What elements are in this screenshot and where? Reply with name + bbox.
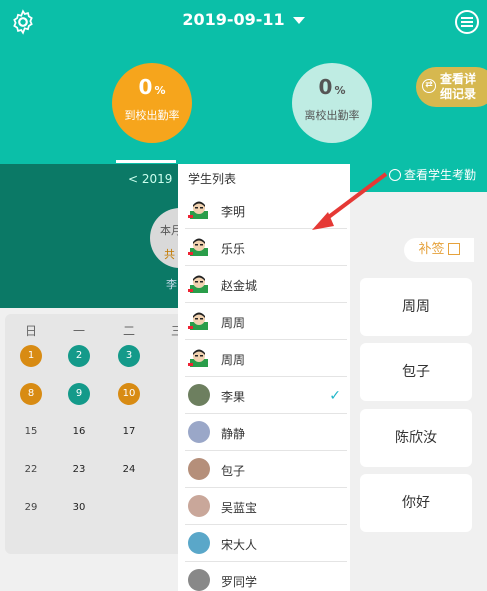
- arrival-rate-unit: %: [154, 84, 166, 97]
- avatar-photo: [188, 384, 210, 406]
- check-icon: ✓: [329, 388, 341, 404]
- calendar-day[interactable]: 1: [20, 345, 42, 367]
- departure-rate-circle: 0% 离校出勤率: [292, 63, 372, 143]
- view-details-label: 查看详细记录: [440, 72, 477, 101]
- calendar-day[interactable]: 29: [20, 497, 42, 519]
- cartoon-avatar-icon: [188, 310, 210, 332]
- student-list-item[interactable]: 宋大人: [185, 526, 347, 562]
- calendar-day[interactable]: 30: [68, 497, 90, 519]
- student-list-item[interactable]: 静静: [185, 415, 347, 451]
- cartoon-avatar-icon: [188, 236, 210, 258]
- header-bar: 2019-09-11 0% 到校出勤率 0% 离校出勤率 ⇄ 查看详细记录: [0, 0, 487, 164]
- student-list-item[interactable]: 周周: [185, 341, 347, 377]
- view-attendance-label: 查看学生考勤: [404, 168, 477, 182]
- view-student-attendance-link[interactable]: 查看学生考勤: [389, 166, 476, 183]
- calendar-day[interactable]: 23: [68, 459, 90, 481]
- student-name: 周周: [221, 353, 246, 367]
- calendar-day[interactable]: 22: [20, 459, 42, 481]
- caret-down-icon: [292, 17, 305, 24]
- student-name: 李果: [221, 390, 246, 404]
- tab-underline: [116, 160, 176, 163]
- avatar-photo: [188, 421, 210, 443]
- student-list-item[interactable]: 吴蓝宝: [185, 489, 347, 525]
- total-label: 共: [164, 248, 175, 261]
- arrival-rate-circle: 0% 到校出勤率: [112, 63, 192, 143]
- student-card[interactable]: 包子: [360, 343, 472, 401]
- arrival-rate-value: 0: [138, 75, 153, 99]
- student-name: 包子: [221, 464, 246, 478]
- calendar-day[interactable]: 2: [68, 345, 90, 367]
- avatar-photo: [188, 532, 210, 554]
- cartoon-avatar-icon: [188, 273, 210, 295]
- student-card[interactable]: 你好: [360, 474, 472, 532]
- weekday-sun: 日: [25, 324, 38, 338]
- calendar-day[interactable]: 15: [20, 421, 42, 443]
- student-list-item[interactable]: 乐乐: [185, 230, 347, 266]
- makeup-signin-button[interactable]: 补签: [404, 238, 474, 262]
- date-label: 2019-09-11: [182, 10, 285, 29]
- calendar-day[interactable]: 8: [20, 383, 42, 405]
- student-list-panel: 学生列表 李明 乐乐 赵金城 周周 周周 李果 ✓ 静静 包子 吴蓝宝 宋大人 罗同学: [178, 164, 350, 591]
- calendar-day[interactable]: 10: [118, 383, 140, 405]
- swap-icon: ⇄: [422, 79, 436, 93]
- calendar-day[interactable]: 16: [68, 421, 90, 443]
- avatar-photo: [188, 569, 210, 591]
- student-card[interactable]: 陈欣汝: [360, 409, 472, 467]
- student-list-item[interactable]: 李果 ✓: [185, 378, 347, 414]
- date-selector[interactable]: 2019-09-11: [0, 10, 487, 29]
- student-name: 乐乐: [221, 242, 246, 256]
- dimmed-student-name: 李: [166, 278, 177, 291]
- student-name: 李明: [221, 205, 246, 219]
- student-list-item[interactable]: 罗同学: [185, 563, 347, 591]
- calendar-day[interactable]: 3: [118, 345, 140, 367]
- calendar-day[interactable]: 9: [68, 383, 90, 405]
- cartoon-avatar-icon: [188, 347, 210, 369]
- view-details-button[interactable]: ⇄ 查看详细记录: [416, 67, 487, 107]
- student-list-item[interactable]: 赵金城: [185, 267, 347, 303]
- eye-icon: [389, 169, 401, 181]
- student-name: 赵金城: [221, 279, 258, 293]
- student-name: 罗同学: [221, 575, 258, 589]
- avatar-photo: [188, 458, 210, 480]
- student-name: 周周: [221, 316, 246, 330]
- calendar-day[interactable]: 17: [118, 421, 140, 443]
- arrival-rate-label: 到校出勤率: [124, 109, 180, 122]
- student-list-item[interactable]: 包子: [185, 452, 347, 488]
- makeup-label: 补签: [418, 242, 445, 257]
- edit-icon: [447, 243, 460, 255]
- departure-rate-value: 0: [318, 75, 333, 99]
- departure-rate-unit: %: [334, 84, 346, 97]
- student-list-title: 学生列表: [188, 172, 237, 186]
- student-card[interactable]: 周周: [360, 278, 472, 336]
- student-list-item[interactable]: 周周: [185, 304, 347, 340]
- departure-rate-label: 离校出勤率: [304, 109, 360, 122]
- menu-icon[interactable]: [455, 10, 479, 34]
- cartoon-avatar-icon: [188, 199, 210, 221]
- student-name: 静静: [221, 427, 246, 441]
- weekday-mon: 一: [73, 324, 86, 338]
- calendar-day[interactable]: 24: [118, 459, 140, 481]
- prev-month-nav[interactable]: < 2019: [128, 172, 172, 186]
- avatar-photo: [188, 495, 210, 517]
- student-list-item[interactable]: 李明: [185, 193, 347, 229]
- student-name: 吴蓝宝: [221, 501, 258, 515]
- student-name: 宋大人: [221, 538, 258, 552]
- weekday-tue: 二: [123, 324, 136, 338]
